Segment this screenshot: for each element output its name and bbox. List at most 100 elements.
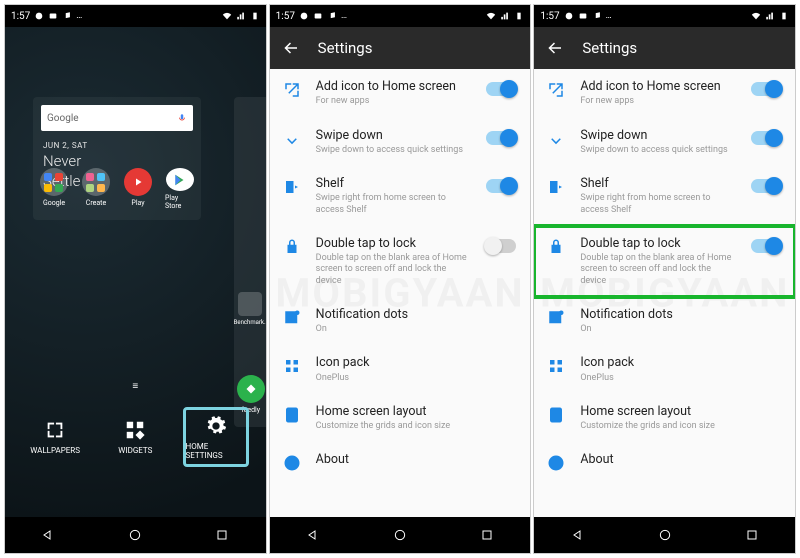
- app-playstore[interactable]: Play Store: [165, 168, 195, 210]
- more-icon: …: [606, 11, 612, 21]
- status-time: 1:57: [276, 11, 295, 22]
- toggle-double-tap[interactable]: [751, 239, 781, 253]
- app-create[interactable]: Create: [81, 168, 111, 210]
- wallpaper-icon: [44, 419, 66, 441]
- speech-icon: [564, 11, 574, 21]
- benchmark-folder[interactable]: [238, 292, 262, 316]
- nav-home-icon[interactable]: [392, 527, 408, 543]
- row-notif-dots[interactable]: Notification dotsOn: [270, 297, 531, 346]
- camera-icon: [48, 11, 58, 21]
- layout-icon: [283, 406, 301, 424]
- app-play[interactable]: Play: [123, 168, 153, 210]
- status-bar: 1:57 …: [270, 5, 531, 27]
- row-double-tap[interactable]: Double tap to lockDouble tap on the blan…: [534, 226, 795, 297]
- row-about[interactable]: About: [534, 442, 795, 482]
- row-notif-dots[interactable]: Notification dotsOn: [534, 297, 795, 346]
- open-in-new-icon: [547, 81, 565, 99]
- app-google[interactable]: Google: [39, 168, 69, 210]
- widgets-icon: [124, 419, 146, 441]
- layout-icon: [547, 406, 565, 424]
- phone-settings-on: 1:57 … Settings MOBIGYAAN Add icon to Hom…: [533, 4, 796, 554]
- search-label: Google: [47, 113, 79, 124]
- mic-icon[interactable]: [177, 113, 187, 123]
- row-add-icon[interactable]: Add icon to Home screenFor new apps: [534, 69, 795, 118]
- home-preview-panel[interactable]: Google JUN 2, SAT Never Settle Google Cr…: [33, 97, 201, 220]
- toggle-double-tap[interactable]: [486, 239, 516, 253]
- app-bar-title: Settings: [318, 39, 373, 57]
- home-background: Google JUN 2, SAT Never Settle Google Cr…: [5, 27, 266, 517]
- toggle-add-icon[interactable]: [486, 82, 516, 96]
- shelf-icon: [547, 178, 565, 196]
- more-icon: …: [76, 11, 82, 21]
- nav-recent-icon[interactable]: [479, 527, 495, 543]
- wifi-icon: [486, 11, 496, 21]
- camera-icon: [313, 11, 323, 21]
- nav-recent-icon[interactable]: [744, 527, 760, 543]
- nav-back-icon[interactable]: [305, 527, 321, 543]
- nav-home-icon[interactable]: [127, 527, 143, 543]
- row-layout[interactable]: Home screen layoutCustomize the grids an…: [270, 394, 531, 443]
- toggle-add-icon[interactable]: [751, 82, 781, 96]
- signal-icon: [236, 11, 246, 21]
- settings-list: MOBIGYAAN Add icon to Home screenFor new…: [534, 69, 795, 517]
- row-icon-pack[interactable]: Icon packOnePlus: [270, 345, 531, 394]
- speech-icon: [299, 11, 309, 21]
- phone-home: 1:57 … Google JUN 2, SAT Never: [4, 4, 267, 554]
- back-arrow-icon[interactable]: [282, 39, 300, 57]
- status-time: 1:57: [540, 11, 559, 22]
- home-settings-button[interactable]: HOME SETTINGS: [183, 407, 249, 467]
- toggle-shelf[interactable]: [751, 179, 781, 193]
- wifi-icon: [222, 11, 232, 21]
- music-icon: [592, 11, 602, 21]
- status-bar: 1:57 …: [534, 5, 795, 27]
- info-icon: [547, 454, 565, 472]
- dock-row: Google Create Play Play Store: [33, 168, 201, 210]
- row-about[interactable]: About: [270, 442, 531, 482]
- home-options-row: WALLPAPERS WIDGETS HOME SETTINGS: [5, 407, 266, 467]
- wallpapers-button[interactable]: WALLPAPERS: [22, 407, 88, 467]
- nav-home-icon[interactable]: [657, 527, 673, 543]
- phone-settings-off: 1:57… Settings MOBIGYAAN Add icon to Hom…: [269, 4, 532, 554]
- nav-back-icon[interactable]: [570, 527, 586, 543]
- nav-back-icon[interactable]: [40, 527, 56, 543]
- row-double-tap[interactable]: Double tap to lockDouble tap on the blan…: [270, 226, 531, 297]
- battery-icon: [779, 11, 789, 21]
- toggle-swipe-down[interactable]: [751, 131, 781, 145]
- row-shelf[interactable]: ShelfSwipe right from home screen to acc…: [534, 166, 795, 226]
- arrow-down-icon: [547, 130, 565, 148]
- row-layout[interactable]: Home screen layoutCustomize the grids an…: [534, 394, 795, 443]
- battery-icon: [250, 11, 260, 21]
- drawer-handle-icon[interactable]: ≡: [132, 381, 138, 392]
- toggle-swipe-down[interactable]: [486, 131, 516, 145]
- back-arrow-icon[interactable]: [546, 39, 564, 57]
- open-in-new-icon: [283, 81, 301, 99]
- side-preview-panel[interactable]: Benchmark... feedly: [234, 97, 266, 427]
- google-search-bar[interactable]: Google: [41, 105, 193, 131]
- info-icon: [283, 454, 301, 472]
- status-time: 1:57: [11, 11, 30, 22]
- toggle-shelf[interactable]: [486, 179, 516, 193]
- row-add-icon[interactable]: Add icon to Home screenFor new apps: [270, 69, 531, 118]
- widgets-button[interactable]: WIDGETS: [102, 407, 168, 467]
- signal-icon: [500, 11, 510, 21]
- camera-icon: [578, 11, 588, 21]
- app-bar: Settings: [534, 27, 795, 69]
- music-icon: [62, 11, 72, 21]
- row-swipe-down[interactable]: Swipe downSwipe down to access quick set…: [534, 118, 795, 167]
- shelf-icon: [283, 178, 301, 196]
- row-swipe-down[interactable]: Swipe downSwipe down to access quick set…: [270, 118, 531, 167]
- notification-dots-icon: [547, 309, 565, 327]
- row-shelf[interactable]: ShelfSwipe right from home screen to acc…: [270, 166, 531, 226]
- battery-icon: [514, 11, 524, 21]
- status-bar: 1:57 …: [5, 5, 266, 27]
- nav-bar: [5, 517, 266, 553]
- more-icon: …: [341, 11, 347, 21]
- app-bar: Settings: [270, 27, 531, 69]
- app-bar-title: Settings: [582, 39, 637, 57]
- lock-icon: [283, 238, 301, 256]
- grid-icon: [547, 357, 565, 375]
- row-icon-pack[interactable]: Icon packOnePlus: [534, 345, 795, 394]
- nav-bar: [270, 517, 531, 553]
- nav-recent-icon[interactable]: [214, 527, 230, 543]
- benchmark-label: Benchmark...: [234, 319, 266, 326]
